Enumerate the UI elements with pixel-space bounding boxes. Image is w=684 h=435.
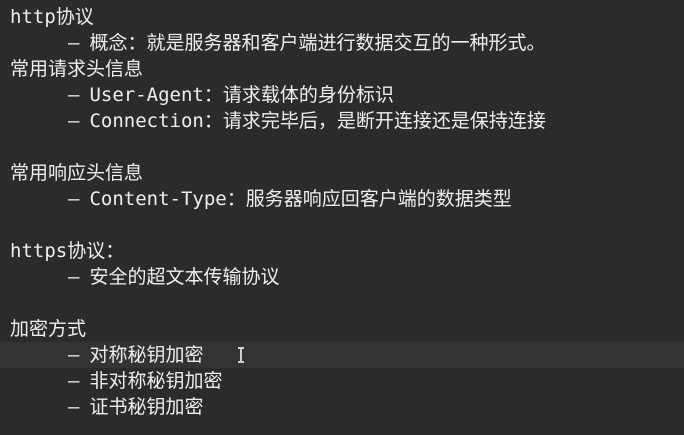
certificate-key-item: – 证书秘钥加密 [68, 394, 203, 420]
editor-line: 加密方式 [0, 316, 684, 342]
editor-line: https协议： [0, 238, 684, 264]
https-desc-text: 安全的超文本传输协议 [89, 266, 280, 288]
http-concept-text: 概念：就是服务器和客户端进行数据交互的一种形式。 [89, 32, 546, 54]
editor-line: – User-Agent：请求载体的身份标识 [0, 82, 684, 108]
asymmetric-key-item: – 非对称秘钥加密 [68, 368, 222, 394]
connection-item: – Connection：请求完毕后，是断开连接还是保持连接 [68, 108, 546, 134]
symmetric-key-text: 对称秘钥加密 [89, 344, 204, 366]
editor-line: – 证书秘钥加密 [0, 394, 684, 420]
text-cursor-icon [238, 347, 244, 363]
editor-line: 常用响应头信息 [0, 160, 684, 186]
editor-line: – 概念：就是服务器和客户端进行数据交互的一种形式。 [0, 30, 684, 56]
https-desc-item: – 安全的超文本传输协议 [68, 264, 279, 290]
editor-line: – 安全的超文本传输协议 [0, 264, 684, 290]
encryption-heading: 加密方式 [10, 318, 87, 340]
connection-text: Connection：请求完毕后，是断开连接还是保持连接 [89, 110, 546, 132]
editor-line: 常用请求头信息 [0, 56, 684, 82]
response-headers-heading: 常用响应头信息 [10, 162, 144, 184]
bullet-dash: – [68, 396, 80, 418]
bullet-dash: – [68, 110, 80, 132]
editor-line: – 非对称秘钥加密 [0, 368, 684, 394]
bullet-dash: – [68, 188, 80, 210]
symmetric-key-item: – 对称秘钥加密 [68, 342, 203, 368]
user-agent-text: User-Agent：请求载体的身份标识 [89, 84, 394, 106]
https-heading: https协议： [10, 240, 125, 262]
editor-line: http协议 [0, 4, 684, 30]
editor-current-line: – 对称秘钥加密 [0, 342, 684, 368]
certificate-key-text: 证书秘钥加密 [89, 396, 204, 418]
text-editor[interactable]: http协议 – 概念：就是服务器和客户端进行数据交互的一种形式。 常用请求头信息… [0, 0, 684, 435]
editor-line: – Connection：请求完毕后，是断开连接还是保持连接 [0, 108, 684, 134]
editor-line: – Content-Type：服务器响应回客户端的数据类型 [0, 186, 684, 212]
bullet-dash: – [68, 344, 80, 366]
bullet-dash: – [68, 84, 80, 106]
asymmetric-key-text: 非对称秘钥加密 [89, 370, 223, 392]
bullet-dash: – [68, 32, 80, 54]
content-type-item: – Content-Type：服务器响应回客户端的数据类型 [68, 186, 512, 212]
bullet-dash: – [68, 370, 80, 392]
content-type-text: Content-Type：服务器响应回客户端的数据类型 [89, 188, 512, 210]
bullet-dash: – [68, 266, 80, 288]
http-concept-item: – 概念：就是服务器和客户端进行数据交互的一种形式。 [68, 30, 545, 56]
user-agent-item: – User-Agent：请求载体的身份标识 [68, 82, 394, 108]
http-heading: http协议 [10, 6, 94, 28]
request-headers-heading: 常用请求头信息 [10, 58, 144, 80]
